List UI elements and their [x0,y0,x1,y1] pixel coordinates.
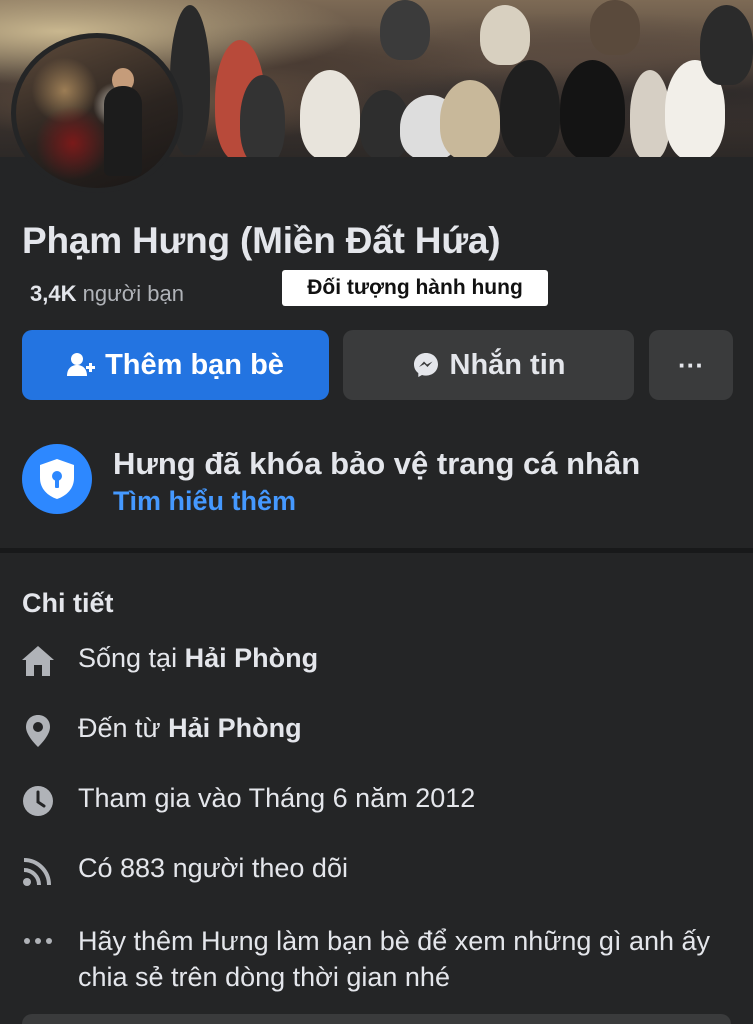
detail-joined: Tham gia vào Tháng 6 năm 2012 [20,783,475,819]
detail-add-prompt: Hãy thêm Hưng làm bạn bè để xem những gì… [20,923,740,995]
details-heading: Chi tiết [22,588,114,618]
rss-icon [20,853,56,889]
from-value[interactable]: Hải Phòng [168,713,302,743]
detail-lives-in: Sống tại Hải Phòng [20,643,318,679]
shield-lock-icon [22,444,92,514]
detail-from: Đến từ Hải Phòng [20,713,302,749]
messenger-icon [412,351,440,379]
more-options-button[interactable]: ··· [649,330,733,400]
add-friend-button[interactable]: Thêm bạn bè [22,330,329,400]
message-label: Nhắn tin [449,348,566,381]
location-pin-icon [20,713,56,749]
lock-notice-title: Hưng đã khóa bảo vệ trang cá nhân [113,446,641,481]
followers-text[interactable]: Có 883 người theo dõi [78,853,348,884]
caption-overlay: Đối tượng hành hung [282,270,548,306]
lives-in-prefix: Sống tại [78,643,178,673]
learn-more-link[interactable]: Tìm hiểu thêm [113,486,296,517]
friends-count-label: người bạn [82,281,184,306]
message-button[interactable]: Nhắn tin [343,330,634,400]
detail-followers: Có 883 người theo dõi [20,853,348,889]
more-dots-icon [20,923,56,959]
add-friend-label: Thêm bạn bè [105,348,284,381]
user-plus-icon [67,352,96,378]
friends-count-number: 3,4K [30,281,77,306]
profile-name: Phạm Hưng (Miền Đất Hứa) [22,220,501,261]
joined-text: Tham gia vào Tháng 6 năm 2012 [78,783,476,813]
from-prefix: Đến từ [78,713,161,743]
friends-count[interactable]: 3,4K người bạn [30,281,184,307]
more-dots-icon: ··· [678,349,704,380]
add-prompt-text: Hãy thêm Hưng làm bạn bè để xem những gì… [78,926,711,992]
clock-icon [20,783,56,819]
home-icon [20,643,56,679]
section-divider [0,548,753,553]
lives-in-value[interactable]: Hải Phòng [185,643,319,673]
profile-avatar[interactable] [11,33,183,193]
avatar-person-body [104,86,142,176]
next-section-button[interactable] [22,1014,731,1024]
